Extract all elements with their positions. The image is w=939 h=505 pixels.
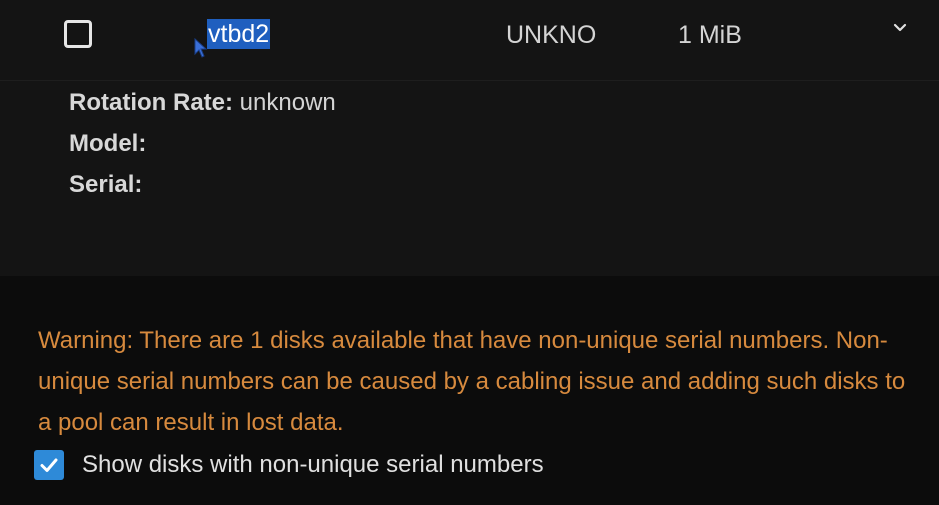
- serial-label: Serial:: [69, 171, 143, 198]
- disk-row[interactable]: vtbd2 UNKNO 1 MiB: [0, 0, 939, 81]
- rotation-rate-label: Rotation Rate:: [69, 89, 233, 116]
- model-label: Model:: [69, 130, 147, 157]
- show-non-unique-option[interactable]: Show disks with non-unique serial number…: [34, 448, 544, 482]
- disk-details-panel: vtbd2 UNKNO 1 MiB Rotation Rate: unknown…: [0, 0, 939, 276]
- disk-details: Rotation Rate: unknown Model: Serial:: [69, 88, 336, 211]
- show-non-unique-checkbox[interactable]: [34, 450, 64, 480]
- disk-type: UNKNO: [506, 21, 597, 49]
- checkmark-icon: [40, 458, 58, 472]
- disk-name: vtbd2: [207, 19, 271, 49]
- disk-size: 1 MiB: [678, 21, 742, 49]
- model-line: Model:: [69, 129, 336, 170]
- serial-line: Serial:: [69, 170, 336, 211]
- rotation-rate-line: Rotation Rate: unknown: [69, 88, 336, 129]
- chevron-down-icon[interactable]: [892, 20, 908, 36]
- rotation-rate-value: unknown: [239, 89, 336, 116]
- mouse-cursor-icon: [194, 38, 208, 58]
- disk-select-checkbox[interactable]: [64, 20, 92, 48]
- non-unique-serial-warning: Warning: There are 1 disks available tha…: [38, 327, 906, 436]
- show-non-unique-label: Show disks with non-unique serial number…: [82, 451, 544, 478]
